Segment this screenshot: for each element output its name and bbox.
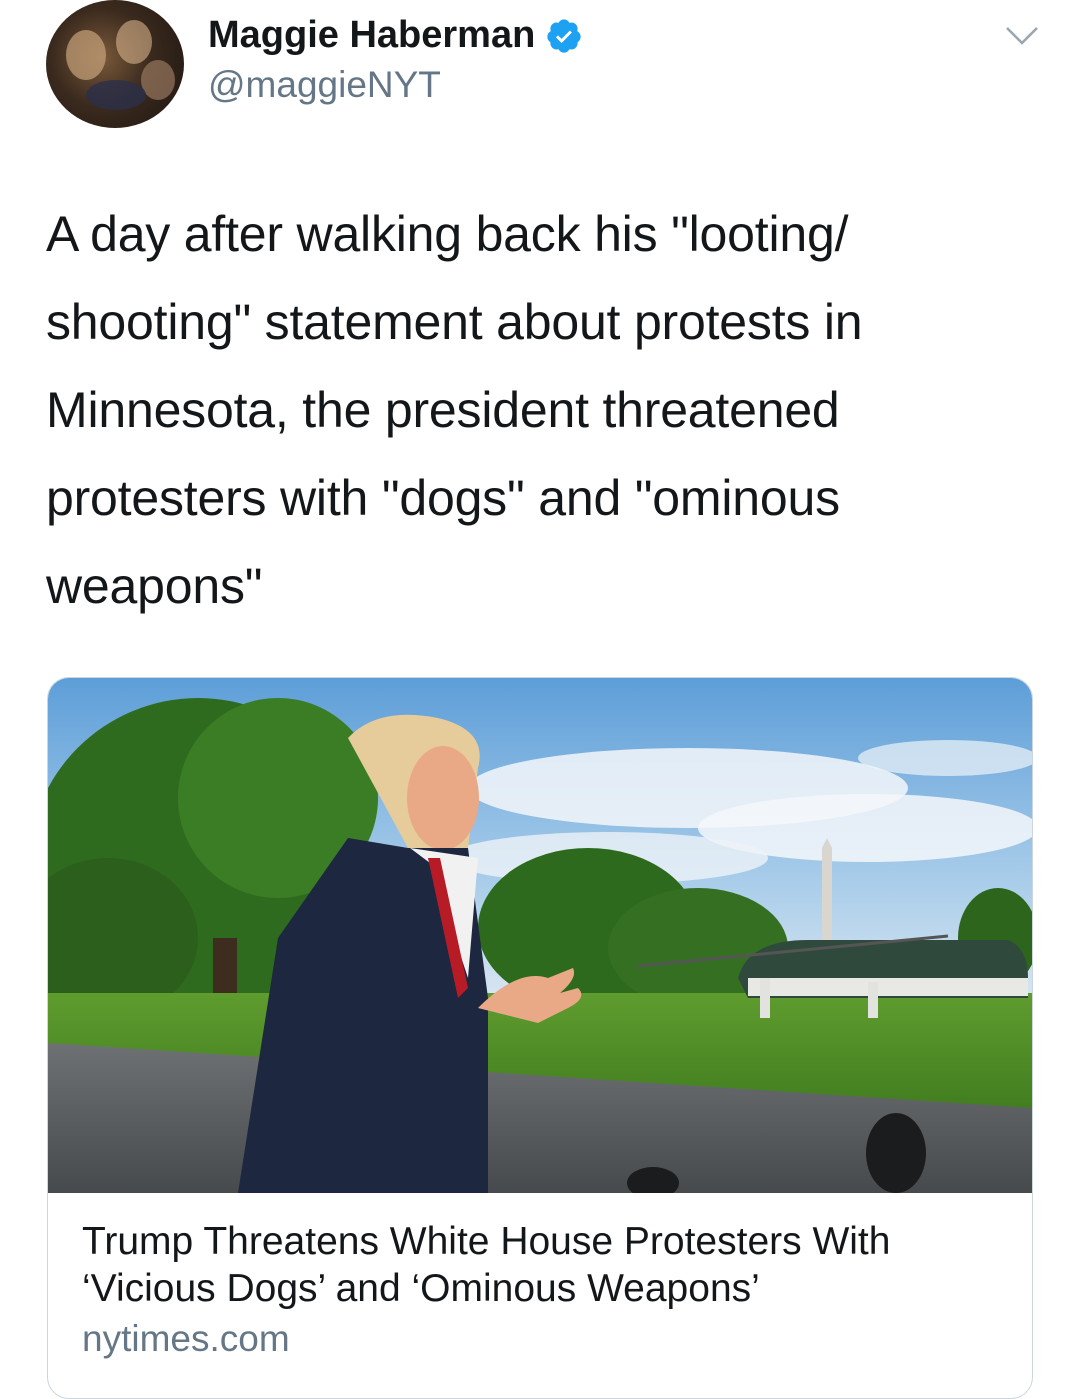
link-card-domain: nytimes.com: [82, 1318, 290, 1359]
avatar[interactable]: [46, 0, 184, 128]
verified-badge-icon: [547, 18, 581, 53]
article-image: [48, 678, 1032, 1193]
author-display-name[interactable]: Maggie Haberman: [208, 14, 535, 57]
link-card[interactable]: Trump Threatens White House Protesters W…: [47, 677, 1033, 1399]
link-card-title[interactable]: Trump Threatens White House Protesters W…: [82, 1218, 1002, 1312]
chevron-down-icon[interactable]: [1004, 24, 1040, 48]
tweet-text: A day after walking back his "looting/ s…: [46, 206, 863, 614]
author-name-row[interactable]: Maggie Haberman: [208, 14, 583, 57]
author-handle[interactable]: @maggieNYT: [208, 64, 441, 106]
